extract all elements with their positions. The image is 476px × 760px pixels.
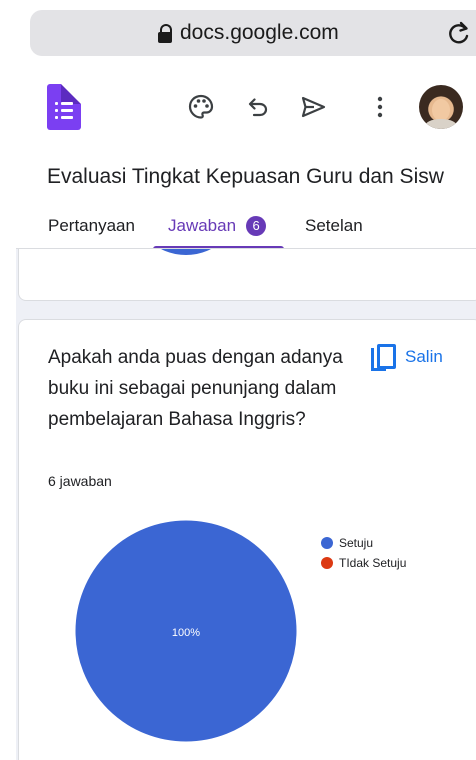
copy-label: Salin <box>405 347 443 366</box>
url-text[interactable]: docs.google.com <box>180 21 339 45</box>
app-bar <box>16 70 476 150</box>
screen: docs.google.com Evaluasi Tingkat Kepuasa… <box>0 0 476 760</box>
legend-item: TIdak Setuju <box>321 553 406 573</box>
tab-settings[interactable]: Setelan <box>305 216 363 236</box>
legend-swatch <box>321 557 333 569</box>
response-count-badge: 6 <box>246 216 267 236</box>
tab-responses-label: Jawaban <box>168 216 237 235</box>
left-margin <box>0 0 16 760</box>
tab-responses[interactable]: Jawaban 6 <box>168 216 267 236</box>
copy-icon <box>371 344 396 371</box>
tab-questions[interactable]: Pertanyaan <box>48 216 135 236</box>
send-icon[interactable] <box>298 92 328 122</box>
previous-pie-chart <box>131 249 241 255</box>
copy-button[interactable]: Salin <box>371 342 443 372</box>
legend-label: Setuju <box>339 536 374 550</box>
palette-icon[interactable] <box>186 92 216 122</box>
question-card: Apakah anda puas dengan adanya buku ini … <box>18 319 476 760</box>
response-count: 6 jawaban <box>48 473 112 489</box>
more-vert-icon[interactable] <box>365 92 395 122</box>
legend-label: TIdak Setuju <box>339 556 407 570</box>
reload-icon[interactable] <box>448 20 470 46</box>
tab-bar: Pertanyaan Jawaban 6 Setelan <box>16 205 476 249</box>
undo-icon[interactable] <box>242 92 272 122</box>
url-display[interactable]: docs.google.com <box>158 20 339 46</box>
legend-swatch <box>321 537 333 549</box>
question-title: Apakah anda puas dengan adanya buku ini … <box>48 347 343 430</box>
lock-icon <box>158 23 172 43</box>
pie-data-label: 100% <box>172 627 200 639</box>
legend-item: Setuju <box>321 533 406 553</box>
url-bar[interactable]: docs.google.com <box>30 10 476 56</box>
previous-question-card <box>18 249 476 301</box>
pie-chart: 100% <box>74 519 298 743</box>
chart-legend: Setuju TIdak Setuju <box>321 533 406 573</box>
form-title: Evaluasi Tingkat Kepuasan Guru dan Sisw <box>47 165 444 188</box>
avatar[interactable] <box>419 85 463 129</box>
google-forms-logo-icon[interactable] <box>47 84 81 130</box>
